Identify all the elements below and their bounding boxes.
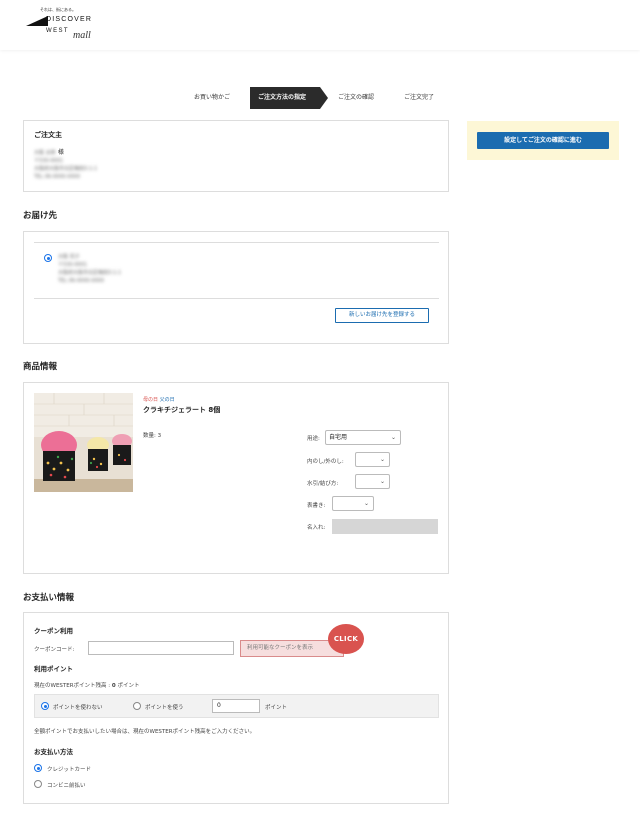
points-use-label: ポイントを使う <box>145 705 184 711</box>
logo-tagline: それは、街にある。 <box>40 7 76 12</box>
orderer-suffix: 様 <box>57 149 64 156</box>
payment-method-title: お支払い方法 <box>34 748 73 756</box>
delivery-line: TEL 06-0000-0000 <box>58 278 105 284</box>
points-note: 全額ポイントでお支払いしたい場合は、現在のWESTERポイント残高をご入力くださ… <box>34 729 256 735</box>
delivery-name: 大阪 花子 <box>58 254 80 260</box>
coupon-code-input[interactable] <box>88 641 234 655</box>
mizuhiki-select[interactable]: ⌄ <box>355 474 390 489</box>
delivery-address-radio[interactable] <box>44 254 52 262</box>
orderer-line: 〒530-0001 <box>34 158 64 164</box>
naire-input[interactable] <box>332 519 438 534</box>
divider <box>34 242 439 243</box>
logo-line1: DISCOVER <box>46 16 93 23</box>
logo-line2: WEST <box>46 28 69 34</box>
orderer-box: ご注文主 大阪 太郎 様 〒530-0001 大阪府大阪市北区梅田3-1-1 T… <box>23 120 449 192</box>
product-title: 商品情報 <box>23 362 58 372</box>
delivery-line: 大阪府大阪市北区梅田3-1-1 <box>58 270 122 276</box>
payment-box: クーポン利用 クーポンコード: 利用可能なクーポンを表示 CLICK 利用ポイン… <box>23 612 449 804</box>
orderer-name: 大阪 太郎 <box>34 150 56 156</box>
chevron-down-icon: ⌄ <box>379 478 385 485</box>
site-header: それは、街にある。 DISCOVER WEST mall <box>0 0 640 50</box>
convenience-store-label: コンビニ前払い <box>47 783 86 789</box>
points-use-radio[interactable] <box>133 702 141 710</box>
points-options-panel: ポイントを使わない ポイントを使う 0 ポイント <box>34 694 439 718</box>
gelato-photo <box>34 393 133 492</box>
orderer-line: 大阪府大阪市北区梅田3-1-1 <box>34 166 98 172</box>
points-none-label: ポイントを使わない <box>53 705 103 711</box>
delivery-box: 大阪 花子 〒530-0001 大阪府大阪市北区梅田3-1-1 TEL 06-0… <box>23 231 449 344</box>
points-balance-prefix: 現在のWESTERポイント残高 : <box>34 683 112 689</box>
product-image[interactable] <box>34 393 133 492</box>
coupon-label: クーポンコード: <box>34 647 75 653</box>
delivery-line: 〒530-0001 <box>58 262 88 268</box>
product-box: 母の日 父の日 クラキチジェラート 8個 数量: 3 用途: 自宅用 ⌄ 内のし/… <box>23 382 449 574</box>
step-order-method: ご注文方法の指定 <box>250 87 328 109</box>
chevron-down-icon: ⌄ <box>379 456 385 463</box>
logo-script: mall <box>73 30 91 41</box>
payment-title: お支払い情報 <box>23 593 75 603</box>
tag-mothers-day: 母の日 <box>143 397 159 403</box>
omotegaki-label: 表書き: <box>307 503 326 509</box>
register-new-address-button[interactable]: 新しいお届け先を登録する <box>335 308 429 323</box>
points-balance-suffix: ポイント <box>115 683 140 689</box>
step-confirm: ご注文の確認 <box>338 94 375 101</box>
step-cart: お買い物かご <box>194 94 231 101</box>
credit-card-label: クレジットカード <box>47 767 92 773</box>
mizuhiki-label: 水引/結び方: <box>307 481 339 487</box>
points-amount-input[interactable]: 0 <box>212 699 260 713</box>
naire-label: 名入れ: <box>307 525 326 531</box>
points-unit: ポイント <box>265 705 288 711</box>
proceed-to-confirm-button[interactable]: 設定してご注文の確認に進む <box>477 132 609 149</box>
chevron-down-icon: ⌄ <box>363 500 369 507</box>
usage-label: 用途: <box>307 436 320 442</box>
convenience-store-radio[interactable] <box>34 780 42 788</box>
chevron-down-icon: ⌄ <box>390 434 396 441</box>
logo-triangle-icon <box>26 16 48 26</box>
points-none-radio[interactable] <box>41 702 49 710</box>
credit-card-radio[interactable] <box>34 764 42 772</box>
cta-panel: 設定してご注文の確認に進む <box>467 121 619 160</box>
divider <box>34 298 439 299</box>
coupon-title: クーポン利用 <box>34 627 73 635</box>
click-badge: CLICK <box>328 624 364 654</box>
product-name: クラキチジェラート 8個 <box>143 406 221 414</box>
delivery-title: お届け先 <box>23 211 58 221</box>
orderer-title: ご注文主 <box>34 131 62 139</box>
orderer-line: TEL 06-0000-0000 <box>34 174 81 180</box>
omotegaki-select[interactable]: ⌄ <box>332 496 374 511</box>
usage-select[interactable]: 自宅用 ⌄ <box>325 430 401 445</box>
points-title: 利用ポイント <box>34 665 73 673</box>
step-complete: ご注文完了 <box>404 94 435 101</box>
noshi-select[interactable]: ⌄ <box>355 452 390 467</box>
noshi-label: 内のし/外のし: <box>307 459 344 465</box>
tag-fathers-day: 父の日 <box>159 397 175 403</box>
product-qty: 数量: 3 <box>143 433 162 439</box>
discover-west-mall-logo[interactable]: それは、街にある。 DISCOVER WEST mall <box>26 6 112 42</box>
